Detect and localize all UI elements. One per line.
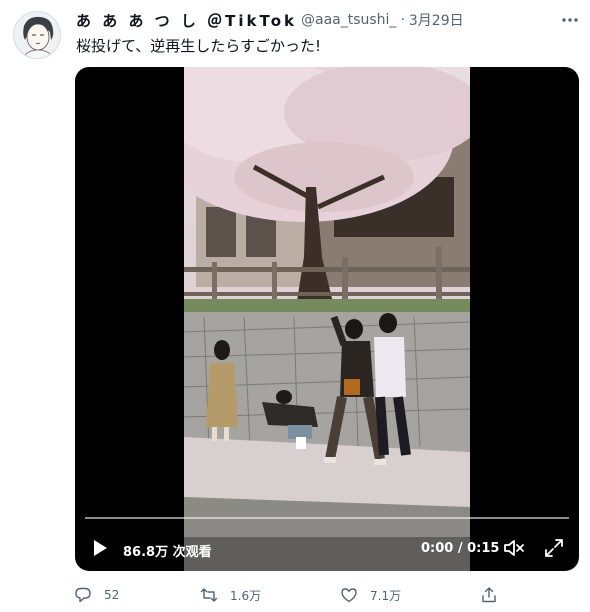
display-name[interactable]: あ あ あ つ し ＠TikTok [76,10,297,31]
like-button[interactable]: 7.1万 [340,584,401,606]
fullscreen-icon[interactable] [543,537,565,559]
play-icon[interactable] [89,537,111,559]
retweet-icon [200,588,218,602]
video-player[interactable]: 86.8万 次观看 0:00 / 0:15 [75,67,579,571]
tweet-card: あ あ あ つ し ＠TikTok @aaa_tsushi_ · 3月29日 桜… [0,0,590,612]
video-controls: 86.8万 次观看 0:00 / 0:15 [75,507,579,571]
user-handle[interactable]: @aaa_tsushi_ [301,12,396,28]
like-count: 7.1万 [370,588,402,603]
share-icon [482,587,496,603]
like-icon [341,588,357,603]
reply-count: 52 [104,588,120,602]
tweet-text: 桜投げて、逆再生したらすごかった! [76,37,321,55]
volume-icon[interactable] [503,537,527,559]
retweet-button[interactable]: 1.6万 [200,584,261,606]
video-frame[interactable] [154,67,484,571]
reply-button[interactable]: 52 [74,584,119,606]
reply-icon [75,587,91,603]
video-time: 0:00 / 0:15 [421,541,500,556]
share-button[interactable] [480,584,498,606]
more-horizontal-icon[interactable] [556,10,584,30]
tweet-actions: 52 1.6万 7.1万 [74,584,504,606]
view-count: 86.8万 次观看 [123,545,212,560]
progress-bar[interactable] [85,517,569,519]
separator: · [400,12,405,28]
tweet-header: あ あ あ つ し ＠TikTok @aaa_tsushi_ · 3月29日 [76,10,464,30]
avatar[interactable] [13,11,61,59]
tweet-date[interactable]: 3月29日 [409,10,464,30]
retweet-count: 1.6万 [230,588,262,603]
